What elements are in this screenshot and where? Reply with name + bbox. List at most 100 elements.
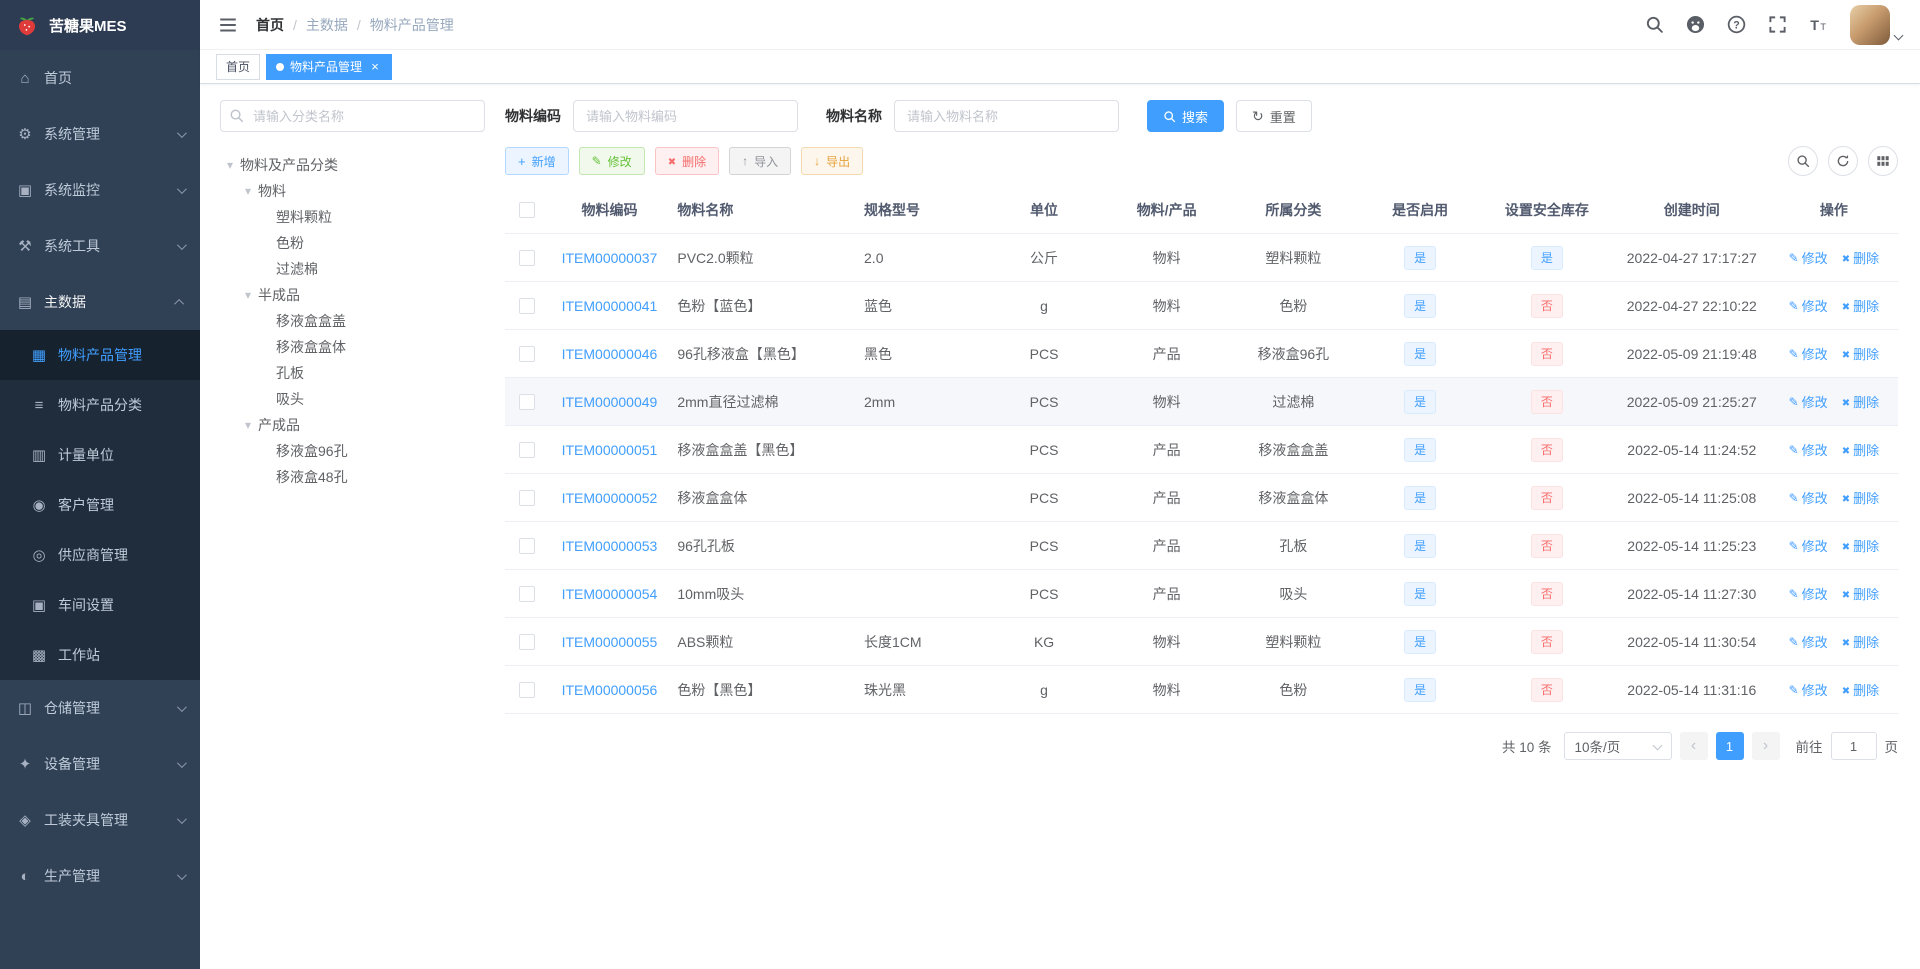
- page-number-button[interactable]: 1: [1715, 732, 1744, 760]
- row-edit-link[interactable]: 修改: [1789, 440, 1828, 459]
- row-delete-link[interactable]: 删除: [1842, 584, 1879, 603]
- edit-button[interactable]: 修改: [578, 147, 645, 175]
- material-code-link[interactable]: ITEM00000046: [562, 346, 658, 362]
- submenu-item[interactable]: ≡ 物料产品分类: [0, 380, 200, 430]
- fullscreen-icon[interactable]: [1768, 15, 1787, 34]
- row-delete-link[interactable]: 删除: [1842, 488, 1879, 507]
- material-code-link[interactable]: ITEM00000054: [562, 586, 658, 602]
- export-button[interactable]: 导出: [801, 147, 864, 175]
- tree-node[interactable]: 产成品: [220, 412, 485, 438]
- row-delete-link[interactable]: 删除: [1842, 344, 1879, 363]
- sidebar-item[interactable]: ◐ 生产管理: [0, 848, 200, 904]
- submenu-item[interactable]: ▥ 计量单位: [0, 430, 200, 480]
- sidebar-item[interactable]: ◈ 工装夹具管理: [0, 792, 200, 848]
- tab[interactable]: 物料产品管理: [266, 53, 393, 80]
- tree-node[interactable]: 移液盒盒体: [220, 334, 485, 360]
- row-checkbox[interactable]: [519, 393, 536, 410]
- tree-node[interactable]: 塑料颗粒: [220, 204, 485, 230]
- row-delete-link[interactable]: 删除: [1842, 392, 1879, 411]
- submenu-item[interactable]: ◉ 客户管理: [0, 480, 200, 530]
- tree-node[interactable]: 移液盒96孔: [220, 438, 485, 464]
- row-checkbox[interactable]: [519, 249, 536, 266]
- tab[interactable]: 首页: [216, 53, 261, 80]
- row-edit-link[interactable]: 修改: [1789, 296, 1828, 315]
- tree-node[interactable]: 孔板: [220, 360, 485, 386]
- category-search-input[interactable]: [220, 100, 485, 132]
- user-menu[interactable]: [1850, 4, 1904, 45]
- question-icon[interactable]: [1727, 15, 1746, 34]
- row-edit-link[interactable]: 修改: [1789, 584, 1828, 603]
- row-checkbox[interactable]: [519, 681, 536, 698]
- row-edit-link[interactable]: 修改: [1789, 536, 1828, 555]
- tab-close-icon[interactable]: [368, 60, 382, 74]
- tree-node[interactable]: 移液盒盒盖: [220, 308, 485, 334]
- row-edit-link[interactable]: 修改: [1789, 344, 1828, 363]
- row-edit-link[interactable]: 修改: [1789, 632, 1828, 651]
- submenu-item[interactable]: ▣ 车间设置: [0, 580, 200, 630]
- material-code-link[interactable]: ITEM00000049: [562, 394, 658, 410]
- refresh-table-button[interactable]: [1828, 146, 1858, 176]
- material-code-link[interactable]: ITEM00000037: [562, 250, 658, 266]
- select-all-checkbox[interactable]: [519, 201, 536, 218]
- row-checkbox[interactable]: [519, 345, 536, 362]
- sidebar-item[interactable]: ✦ 设备管理: [0, 736, 200, 792]
- submenu-item[interactable]: ▩ 工作站: [0, 630, 200, 680]
- material-code-link[interactable]: ITEM00000051: [562, 442, 658, 458]
- toggle-search-button[interactable]: [1788, 146, 1818, 176]
- material-code-link[interactable]: ITEM00000041: [562, 298, 658, 314]
- search-icon[interactable]: [1645, 15, 1664, 34]
- breadcrumb-link[interactable]: 主数据: [306, 15, 348, 35]
- font-size-icon[interactable]: [1809, 15, 1828, 34]
- tree-caret-icon[interactable]: [220, 158, 240, 172]
- tree-node[interactable]: 吸头: [220, 386, 485, 412]
- tree-node[interactable]: 半成品: [220, 282, 485, 308]
- sidebar-item[interactable]: ▣ 系统监控: [0, 162, 200, 218]
- row-checkbox[interactable]: [519, 633, 536, 650]
- column-settings-button[interactable]: [1868, 146, 1898, 176]
- material-code-input[interactable]: [573, 100, 798, 132]
- submenu-item[interactable]: ▦ 物料产品管理: [0, 330, 200, 380]
- row-checkbox[interactable]: [519, 585, 536, 602]
- row-checkbox[interactable]: [519, 297, 536, 314]
- material-code-link[interactable]: ITEM00000056: [562, 682, 658, 698]
- github-icon[interactable]: [1686, 15, 1705, 34]
- delete-button[interactable]: 删除: [654, 147, 720, 175]
- tree-node[interactable]: 色粉: [220, 230, 485, 256]
- sidebar-item[interactable]: ⚙ 系统管理: [0, 106, 200, 162]
- avatar[interactable]: [1850, 4, 1890, 45]
- row-edit-link[interactable]: 修改: [1789, 680, 1828, 699]
- import-button[interactable]: 导入: [729, 147, 792, 175]
- tree-caret-icon[interactable]: [238, 184, 258, 198]
- tree-node[interactable]: 物料: [220, 178, 485, 204]
- row-edit-link[interactable]: 修改: [1789, 392, 1828, 411]
- add-button[interactable]: 新增: [505, 147, 569, 175]
- row-delete-link[interactable]: 删除: [1842, 632, 1879, 651]
- reset-button[interactable]: 重置: [1236, 100, 1312, 132]
- material-code-link[interactable]: ITEM00000052: [562, 490, 658, 506]
- row-delete-link[interactable]: 删除: [1842, 536, 1879, 555]
- goto-page-input[interactable]: [1830, 732, 1877, 760]
- material-name-input[interactable]: [894, 100, 1119, 132]
- row-delete-link[interactable]: 删除: [1842, 248, 1879, 267]
- next-page-button[interactable]: [1751, 732, 1780, 760]
- logo[interactable]: 苦糖果MES: [0, 0, 200, 50]
- row-edit-link[interactable]: 修改: [1789, 488, 1828, 507]
- tree-caret-icon[interactable]: [238, 418, 258, 432]
- sidebar-item[interactable]: ⚒ 系统工具: [0, 218, 200, 274]
- sidebar-item[interactable]: ⌂ 首页: [0, 50, 200, 106]
- tree-node[interactable]: 物料及产品分类: [220, 152, 485, 178]
- hamburger-icon[interactable]: [218, 14, 240, 36]
- row-delete-link[interactable]: 删除: [1842, 440, 1879, 459]
- row-edit-link[interactable]: 修改: [1789, 248, 1828, 267]
- row-delete-link[interactable]: 删除: [1842, 680, 1879, 699]
- sidebar-item[interactable]: ◫ 仓储管理: [0, 680, 200, 736]
- tree-caret-icon[interactable]: [238, 288, 258, 302]
- search-button[interactable]: 搜索: [1147, 100, 1225, 132]
- material-code-link[interactable]: ITEM00000055: [562, 634, 658, 650]
- breadcrumb-link[interactable]: 物料产品管理: [370, 15, 454, 35]
- row-checkbox[interactable]: [519, 489, 536, 506]
- row-checkbox[interactable]: [519, 537, 536, 554]
- row-delete-link[interactable]: 删除: [1842, 296, 1879, 315]
- row-checkbox[interactable]: [519, 441, 536, 458]
- submenu-item[interactable]: ◎ 供应商管理: [0, 530, 200, 580]
